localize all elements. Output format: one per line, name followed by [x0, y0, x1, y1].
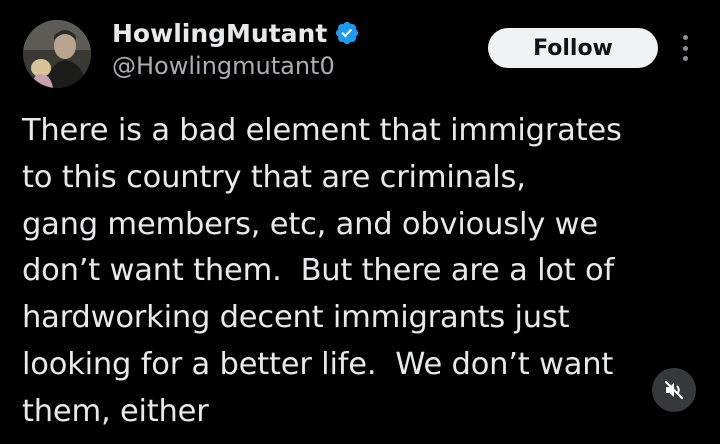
tweet-text-line: hardworking decent immigrants just: [22, 300, 570, 336]
tweet-text-line: There is a bad element that immigrates: [22, 113, 622, 148]
author-display-name[interactable]: HowlingMutant: [112, 19, 327, 48]
tweet-text: There is a bad element that immigrates t…: [22, 108, 692, 436]
follow-button[interactable]: Follow: [488, 28, 658, 68]
author-avatar[interactable]: [23, 20, 91, 88]
more-dot: [682, 45, 688, 51]
tweet-text-line: gang members, etc, and obviously we: [22, 206, 598, 242]
more-options-icon[interactable]: [676, 33, 694, 63]
author-handle[interactable]: @Howlingmutant0: [112, 52, 335, 80]
more-dot: [682, 35, 688, 40]
author-name-row: HowlingMutant: [112, 16, 360, 50]
muted-speaker-icon: [664, 380, 684, 400]
verified-badge-icon: [334, 20, 360, 46]
tweet-text-line: them, either: [22, 393, 209, 429]
tweet-text-line: don’t want them. But there are a lot of: [22, 253, 615, 289]
mute-toggle-button[interactable]: [652, 368, 696, 412]
tweet-text-line: looking for a better life. We don’t want: [22, 346, 614, 382]
avatar-photo: [23, 20, 91, 88]
more-dot: [682, 56, 688, 61]
tweet-card: HowlingMutant @Howlingmutant0 Follow The…: [0, 0, 720, 444]
tweet-text-line: to this country that are criminals,: [22, 159, 526, 195]
